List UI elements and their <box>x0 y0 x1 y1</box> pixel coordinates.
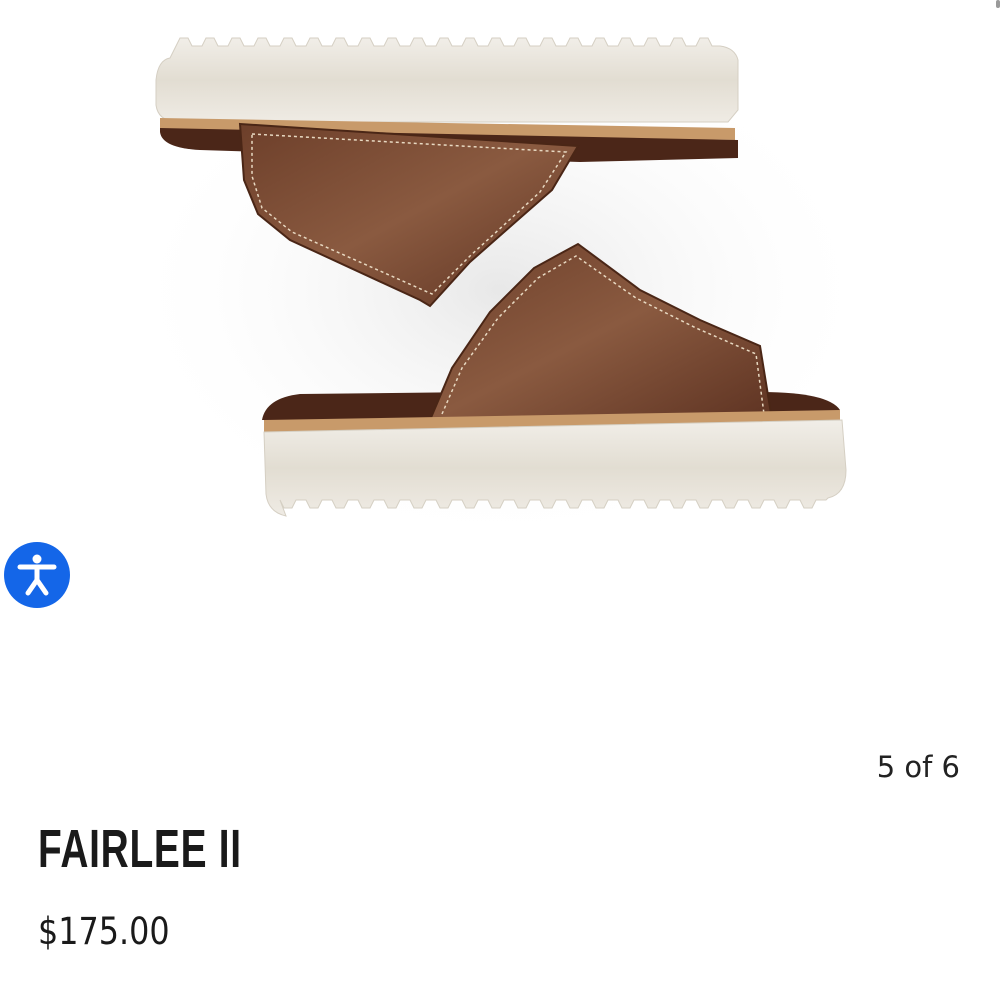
product-image-gallery[interactable] <box>0 0 1000 730</box>
image-counter: 5 of 6 <box>876 750 960 784</box>
product-price: $175.00 <box>38 910 170 953</box>
product-title: FAIRLEE II <box>38 819 242 879</box>
accessibility-person-icon <box>17 554 57 596</box>
product-image <box>120 30 880 550</box>
accessibility-button[interactable] <box>4 542 70 608</box>
